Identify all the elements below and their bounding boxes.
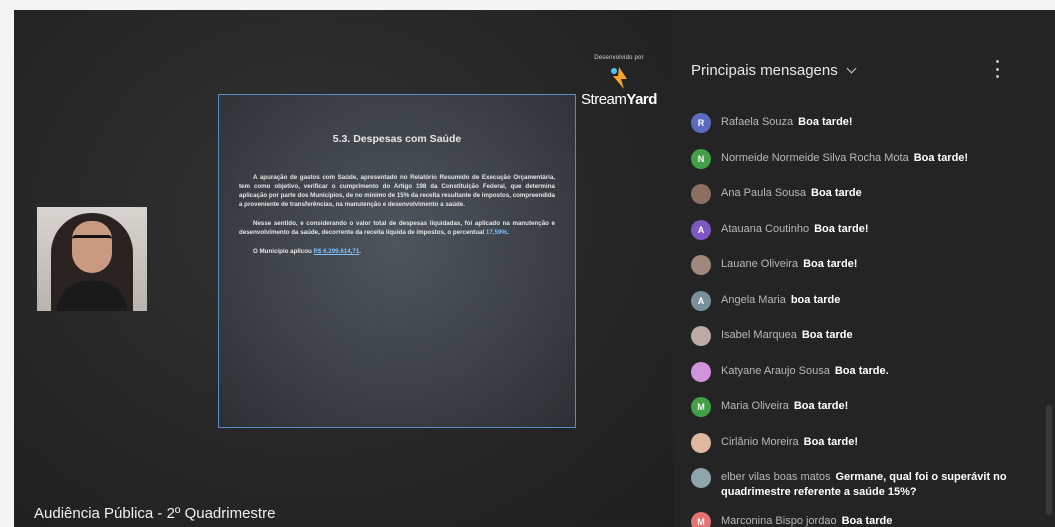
avatar (691, 255, 711, 275)
chat-author: Rafaela Souza (721, 116, 794, 128)
chat-message-body: Isabel Marquea Boa tarde (721, 328, 853, 343)
chat-message: Katyane Araujo Sousa Boa tarde. (691, 361, 1031, 398)
chat-text: Boa tarde! (798, 116, 853, 128)
chat-message-body: Lauane Oliveira Boa tarde! (721, 257, 857, 272)
logo-yard: Yard (626, 91, 657, 108)
presenter-camera (37, 207, 147, 311)
chat-author: Cirlânio Moreira (721, 435, 799, 448)
slide-paragraph-2: Nesse sentido, e considerando o valor to… (239, 220, 555, 236)
chat-author: Normeide Normeide Silva Rocha Mota (721, 151, 909, 164)
chat-text: boa tarde (790, 293, 841, 306)
avatar (691, 184, 711, 204)
chat-author: Isabel Marquea (721, 329, 797, 341)
logo-stream: Stream (581, 91, 627, 108)
avatar: M (691, 397, 711, 417)
chat-author: Katyane Araujo Sousa (721, 364, 830, 377)
chat-text: Boa tarde! (814, 222, 869, 235)
chat-message: Cirlânio Moreira Boa tarde! (691, 432, 1031, 469)
chat-message-body: Normeide Normeide Silva Rocha Mota Boa ta… (721, 151, 968, 166)
chat-message: A Atauana Coutinho Boa tarde! (691, 219, 1031, 256)
avatar (691, 361, 711, 382)
chat-message-list: R Rafaela Souza Boa tarde! N Normeide Normei… (691, 113, 1031, 527)
chat-message-body: Katyane Araujo Sousa Boa tarde. (721, 364, 889, 379)
chat-message-body: Ana Paula Sousa Boa tarde (721, 186, 862, 201)
avatar (691, 432, 711, 453)
chat-text: Boa tarde (841, 515, 893, 527)
chat-message: A Angela Maria boa tarde (691, 290, 1031, 327)
chat-author: elber vilas boas matos (721, 471, 831, 483)
chat-text: Boa tarde! (793, 400, 849, 412)
chat-author: Marconina Bispo jordao (721, 515, 837, 527)
health-amount: R$ 6.299.614,71 (313, 248, 360, 255)
streamyard-branding: Desenvolvido por StreamYard (569, 55, 669, 108)
avatar: A (691, 290, 711, 311)
chat-author: Angela Maria (721, 293, 786, 306)
chat-author: Maria Oliveira (721, 400, 789, 412)
stream-caption: Audiência Pública - 2º Quadrimestre (34, 505, 276, 522)
streamyard-logo-icon (611, 67, 627, 89)
avatar: A (691, 219, 711, 240)
chat-scrollbar[interactable] (1046, 405, 1052, 515)
chat-header-label: Principais mensagens (691, 62, 838, 79)
health-percentage: 17,59% (485, 229, 507, 236)
more-options-icon[interactable] (996, 60, 1000, 78)
chat-text: Boa tarde! (803, 258, 858, 270)
chat-message: Ana Paula Sousa Boa tarde (691, 184, 1031, 220)
chat-author: Lauane Oliveira (721, 258, 799, 270)
chat-message: M Maria Oliveira Boa tarde! (691, 397, 1031, 433)
chat-message-body: Atauana Coutinho Boa tarde! (721, 222, 868, 237)
chat-message-body: Marconina Bispo jordao Boa tarde (721, 514, 892, 527)
stream-frame: Desenvolvido por StreamYard 5.3. Despesa… (14, 10, 1055, 527)
chat-message-body: Rafaela Souza Boa tarde! (721, 115, 853, 130)
avatar: R (691, 113, 711, 133)
chat-message-body: Angela Maria boa tarde (721, 293, 840, 308)
top-messages-dropdown[interactable]: Principais mensagens (691, 62, 857, 79)
chat-panel: Principais mensagens R Rafaela Souza Boa t… (674, 10, 1055, 527)
slide-title: 5.3. Despesas com Saúde (332, 133, 462, 145)
chat-message: Isabel Marquea Boa tarde (691, 326, 1031, 362)
slide-paragraph-3-text: O Município aplicou (253, 248, 312, 255)
streamyard-logo-text: StreamYard (569, 91, 669, 108)
chat-message: R Rafaela Souza Boa tarde! (691, 113, 1031, 149)
presenter-glasses (72, 235, 112, 248)
chat-message: Lauane Oliveira Boa tarde! (691, 255, 1031, 291)
chat-text: Boa tarde! (803, 435, 859, 448)
chat-text: Boa tarde. (834, 364, 889, 377)
avatar (691, 468, 711, 488)
avatar: N (691, 148, 711, 169)
broadcast-stage: Desenvolvido por StreamYard 5.3. Despesa… (14, 10, 674, 527)
avatar: M (691, 512, 711, 527)
chat-author: Ana Paula Sousa (721, 187, 807, 199)
chat-message: N Normeide Normeide Silva Rocha Mota Boa t… (691, 148, 1031, 185)
slide-paragraph-3: O Município aplicou R$ 6.299.614,71. (253, 248, 362, 255)
chat-text: Boa tarde (811, 187, 862, 199)
avatar (691, 326, 711, 346)
chat-message: M Marconina Bispo jordao Boa tarde (691, 512, 1031, 527)
chat-message-body: elber vilas boas matos Germane, qual foi … (721, 470, 1031, 500)
chat-message: elber vilas boas matos Germane, qual foi … (691, 468, 1031, 512)
slide-paragraph-2-text: Nesse sentido, e considerando o valor to… (239, 220, 555, 236)
chevron-down-icon (846, 63, 857, 74)
slide-paragraph-1: A apuração de gastos com Saúde, apresent… (239, 174, 555, 208)
developed-by-label: Desenvolvido por (594, 55, 644, 61)
chat-message-body: Maria Oliveira Boa tarde! (721, 399, 848, 414)
presentation-slide: 5.3. Despesas com Saúde A apuração de ga… (218, 94, 576, 428)
chat-author: Atauana Coutinho (721, 222, 810, 235)
chat-text: Boa tarde! (913, 151, 969, 164)
chat-message-body: Cirlânio Moreira Boa tarde! (721, 435, 858, 450)
chat-text: Boa tarde (801, 329, 853, 341)
